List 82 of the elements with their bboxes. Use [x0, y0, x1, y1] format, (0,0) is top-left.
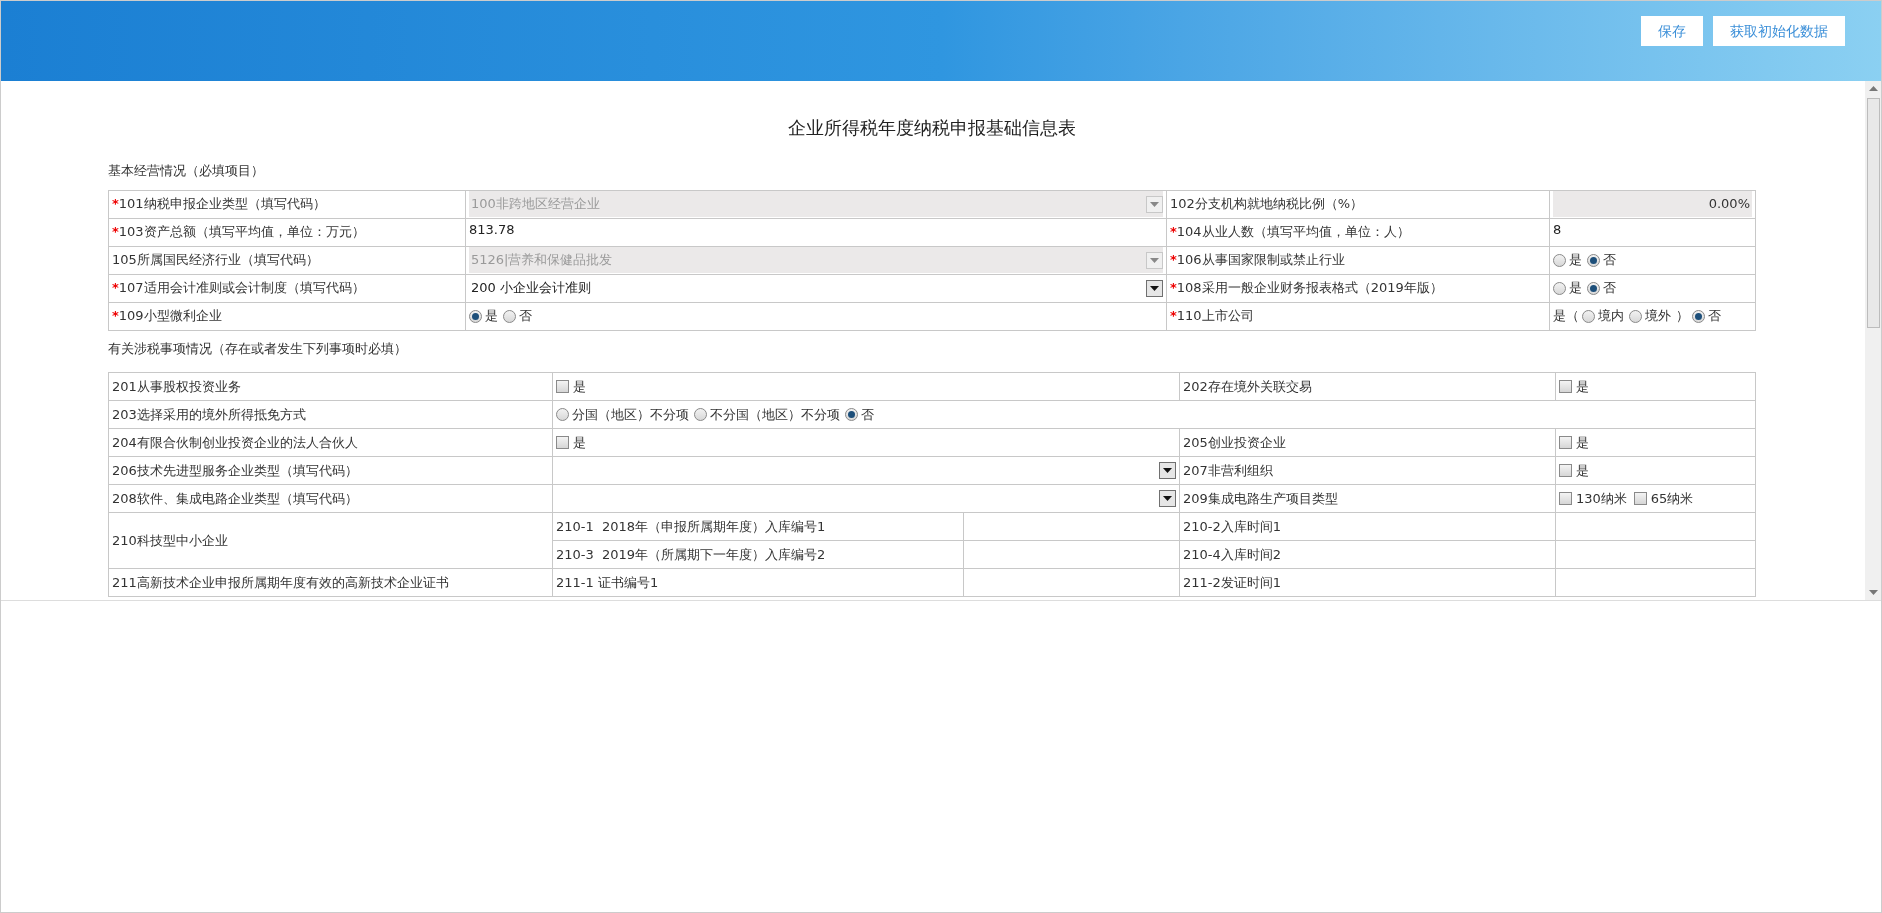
field-label: 205创业投资企业	[1183, 433, 1286, 452]
field-label: 208软件、集成电路企业类型（填写代码）	[112, 489, 358, 508]
checkbox[interactable]	[1559, 380, 1572, 393]
field-label: 107适用会计准则或会计制度（填写代码）	[118, 279, 365, 298]
field-label: 104从业人数（填写平均值，单位：人）	[1176, 223, 1410, 242]
option-label: 是	[1576, 461, 1589, 480]
required-mark: *	[112, 279, 119, 298]
field-label: 201从事股权投资业务	[112, 377, 241, 396]
section-heading: 有关涉税事项情况（存在或者发生下列事项时必填）	[108, 339, 408, 358]
field-label: 207非营利组织	[1183, 461, 1273, 480]
option-label: 是	[1569, 279, 1582, 298]
required-mark: *	[112, 195, 119, 214]
field-label: 202存在境外关联交易	[1183, 377, 1312, 396]
option-label: 否	[1603, 251, 1616, 270]
radio-unselected[interactable]	[1582, 309, 1595, 323]
option-text: 是（	[1553, 307, 1579, 326]
option-label: 不分国（地区）不分项	[710, 405, 840, 424]
required-mark: *	[1170, 251, 1177, 270]
header-button[interactable]: 获取初始化数据	[1713, 16, 1845, 46]
radio-selected[interactable]	[1692, 309, 1705, 323]
field-label: 211-2发证时间1	[1183, 574, 1282, 590]
radio-selected[interactable]	[1587, 281, 1600, 295]
radio-unselected[interactable]	[694, 408, 707, 421]
option-label: 是	[485, 307, 498, 326]
field-label: 210-2入库时间1	[1183, 518, 1282, 534]
option-label: 境外	[1645, 307, 1671, 326]
required-mark: *	[112, 223, 119, 242]
option-label: 65纳米	[1650, 489, 1694, 508]
radio-unselected[interactable]	[1629, 309, 1642, 323]
option-label: 是	[1576, 377, 1589, 396]
checkbox[interactable]	[1559, 492, 1572, 505]
field-label: 204有限合伙制创业投资企业的法人合伙人	[112, 433, 358, 452]
field-label: 108采用一般企业财务报表格式（2019年版）	[1176, 279, 1443, 298]
field-label: 210科技型中小企业	[112, 531, 228, 550]
field-label: 211-1 证书编号1	[556, 574, 659, 590]
field-label: 209集成电路生产项目类型	[1183, 489, 1338, 508]
field-label: 211高新技术企业申报所属期年度有效的高新技术企业证书	[112, 573, 449, 592]
option-label: 130纳米	[1576, 489, 1627, 508]
field-label: 203选择采用的境外所得抵免方式	[112, 405, 306, 424]
option-label: 否	[1603, 279, 1616, 298]
checkbox[interactable]	[1559, 464, 1572, 477]
required-mark: *	[1170, 223, 1177, 242]
option-label: 分国（地区）不分项	[572, 405, 689, 424]
form-title: 企业所得税年度纳税申报基础信息表	[786, 116, 1077, 140]
radio-selected[interactable]	[469, 309, 482, 323]
field-label: 101纳税申报企业类型（填写代码）	[118, 195, 326, 214]
field-label: 105所属国民经济行业（填写代码）	[112, 251, 319, 270]
radio-selected[interactable]	[845, 408, 858, 421]
radio-unselected[interactable]	[1553, 253, 1566, 267]
field-label: 102分支机构就地纳税比例（%）	[1170, 195, 1364, 214]
radio-unselected[interactable]	[1553, 281, 1566, 295]
radio-unselected[interactable]	[556, 408, 569, 421]
field-label: 206技术先进型服务企业类型（填写代码）	[112, 461, 358, 480]
field-label: 109小型微利企业	[118, 307, 222, 326]
required-mark: *	[1170, 279, 1177, 298]
radio-unselected[interactable]	[503, 309, 516, 323]
option-label: 否	[1708, 307, 1721, 326]
field-label: 210-4入库时间2	[1183, 546, 1282, 562]
required-mark: *	[1170, 307, 1177, 326]
field-label: 210-3 2019年（所属期下一年度）入库编号2	[556, 546, 826, 562]
option-label: 否	[519, 307, 532, 326]
field-label: 106从事国家限制或禁止行业	[1176, 251, 1345, 270]
option-label: 是	[1576, 433, 1589, 452]
checkbox[interactable]	[556, 380, 569, 393]
option-label: 是	[573, 377, 586, 396]
checkbox[interactable]	[1633, 492, 1647, 505]
section-heading: 基本经营情况（必填项目）	[108, 162, 265, 180]
scrollbar[interactable]	[1865, 81, 1881, 600]
field-label: 103资产总额（填写平均值，单位：万元）	[118, 223, 365, 242]
checkbox[interactable]	[1559, 436, 1572, 449]
checkbox[interactable]	[556, 436, 569, 449]
option-label: 是	[573, 433, 586, 452]
field-label: 110上市公司	[1176, 307, 1254, 326]
scrollbar-thumb[interactable]	[1866, 98, 1880, 328]
radio-selected[interactable]	[1587, 253, 1600, 267]
header-button[interactable]: 保存	[1641, 16, 1703, 46]
option-text: ）	[1676, 307, 1689, 326]
option-label: 境内	[1598, 307, 1624, 326]
option-label: 是	[1569, 251, 1582, 270]
required-mark: *	[112, 307, 119, 326]
option-label: 否	[861, 405, 874, 424]
field-label: 210-1 2018年（申报所属期年度）入库编号1	[556, 518, 826, 534]
